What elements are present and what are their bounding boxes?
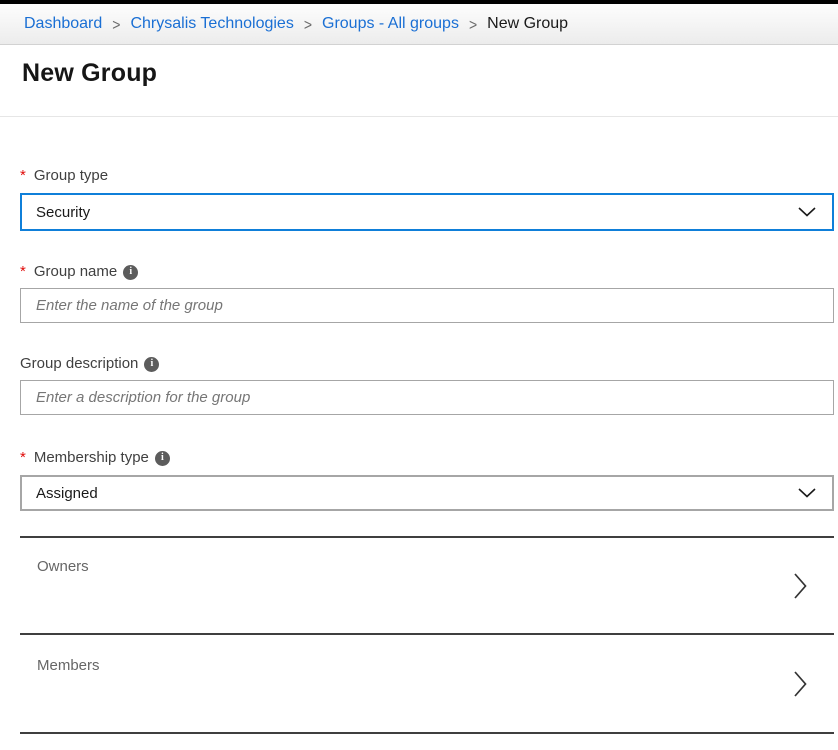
chevron-down-icon xyxy=(798,488,816,498)
breadcrumb-dashboard[interactable]: Dashboard xyxy=(24,15,102,33)
page-title: New Group xyxy=(22,57,816,89)
group-name-input[interactable] xyxy=(20,288,834,323)
breadcrumb-separator-icon: > xyxy=(304,15,312,33)
group-type-label-text: Group type xyxy=(34,166,108,186)
breadcrumb-separator-icon: > xyxy=(112,15,120,33)
group-description-label-text: Group description xyxy=(20,354,138,374)
breadcrumb-new-group: New Group xyxy=(487,15,568,33)
page-header: New Group xyxy=(0,45,838,117)
chevron-right-icon xyxy=(793,571,808,601)
chevron-right-icon xyxy=(793,669,808,699)
new-group-form: * Group type Security * Group name i Gro… xyxy=(0,166,838,734)
required-asterisk: * xyxy=(20,448,26,468)
info-icon[interactable]: i xyxy=(123,265,138,280)
info-icon[interactable]: i xyxy=(144,357,159,372)
required-asterisk: * xyxy=(20,166,26,186)
members-row-label: Members xyxy=(37,657,100,674)
group-type-select[interactable]: Security xyxy=(20,193,834,231)
members-row[interactable]: Members xyxy=(20,635,834,732)
required-asterisk: * xyxy=(20,262,26,282)
group-description-input[interactable] xyxy=(20,380,834,415)
breadcrumb: Dashboard > Chrysalis Technologies > Gro… xyxy=(0,4,838,45)
breadcrumb-separator-icon: > xyxy=(469,15,477,33)
info-icon[interactable]: i xyxy=(155,451,170,466)
membership-type-label: * Membership type i xyxy=(20,448,834,468)
membership-type-selected-value: Assigned xyxy=(36,485,98,502)
owners-row[interactable]: Owners xyxy=(20,538,834,633)
chevron-down-icon xyxy=(798,207,816,217)
breadcrumb-chrysalis-technologies[interactable]: Chrysalis Technologies xyxy=(130,15,293,33)
group-name-label-text: Group name xyxy=(34,262,117,282)
owners-row-label: Owners xyxy=(37,558,89,575)
group-name-label: * Group name i xyxy=(20,262,834,282)
group-type-selected-value: Security xyxy=(36,204,90,221)
group-type-label: * Group type xyxy=(20,166,834,186)
breadcrumb-groups-all-groups[interactable]: Groups - All groups xyxy=(322,15,459,33)
member-selection-rows: Owners Members xyxy=(20,536,834,734)
membership-type-select[interactable]: Assigned xyxy=(20,475,834,511)
section-divider xyxy=(20,732,834,734)
group-description-label: Group description i xyxy=(20,354,834,374)
membership-type-label-text: Membership type xyxy=(34,448,149,468)
